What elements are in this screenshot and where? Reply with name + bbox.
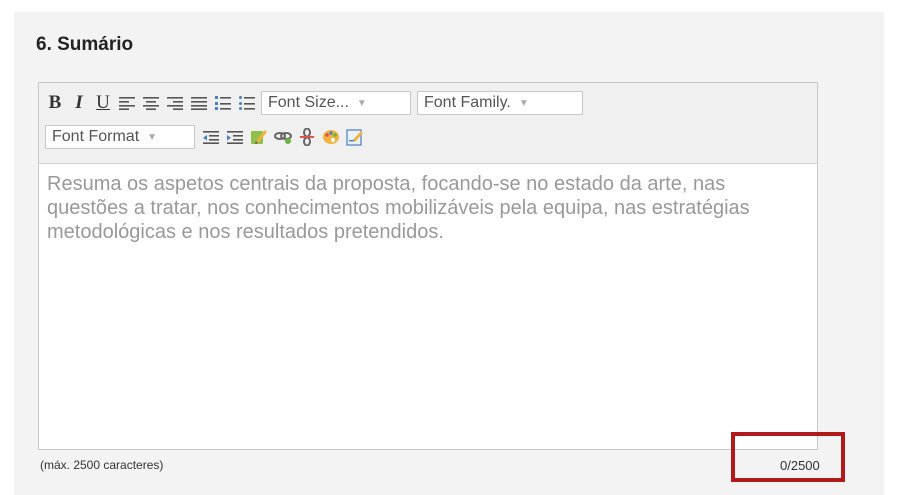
align-center-icon[interactable] <box>141 91 161 115</box>
editor-toolbar: B I U Font Size... ▼ Font Family. ▼ Font… <box>39 83 817 164</box>
source-icon[interactable] <box>345 125 365 149</box>
align-justify-icon[interactable] <box>189 91 209 115</box>
rich-text-editor[interactable]: B I U Font Size... ▼ Font Family. ▼ Font… <box>38 82 818 450</box>
align-right-icon[interactable] <box>165 91 185 115</box>
edit-icon[interactable] <box>249 125 269 149</box>
chevron-down-icon: ▼ <box>147 131 158 143</box>
form-section-panel: 6. Sumário B I U Font Size... ▼ Font Fam… <box>14 12 884 495</box>
font-format-select[interactable]: Font Format ▼ <box>45 125 195 149</box>
underline-button[interactable]: U <box>93 91 113 115</box>
link-icon[interactable] <box>273 125 293 149</box>
font-format-label: Font Format <box>52 128 140 145</box>
editor-content[interactable]: Resuma os aspetos centrais da proposta, … <box>39 164 817 449</box>
italic-button[interactable]: I <box>69 91 89 115</box>
font-family-label: Font Family. <box>424 94 511 111</box>
section-title: 6. Sumário <box>36 34 134 55</box>
font-size-label: Font Size... <box>268 94 349 111</box>
toolbar-row-2: Font Format ▼ <box>45 125 369 149</box>
font-size-select[interactable]: Font Size... ▼ <box>261 91 411 115</box>
chevron-down-icon: ▼ <box>356 97 367 109</box>
indent-icon[interactable] <box>225 125 245 149</box>
chevron-down-icon: ▼ <box>518 97 529 109</box>
counter-highlight-box <box>731 432 845 482</box>
ordered-list-icon[interactable] <box>213 91 233 115</box>
toolbar-row-1: B I U Font Size... ▼ Font Family. ▼ <box>45 91 589 115</box>
color-palette-icon[interactable] <box>321 125 341 149</box>
bold-button[interactable]: B <box>45 91 65 115</box>
outdent-icon[interactable] <box>201 125 221 149</box>
unordered-list-icon[interactable] <box>237 91 257 115</box>
align-left-icon[interactable] <box>117 91 137 115</box>
character-limit-hint: (máx. 2500 caracteres) <box>40 458 164 472</box>
unlink-icon[interactable] <box>297 125 317 149</box>
font-family-select[interactable]: Font Family. ▼ <box>417 91 583 115</box>
